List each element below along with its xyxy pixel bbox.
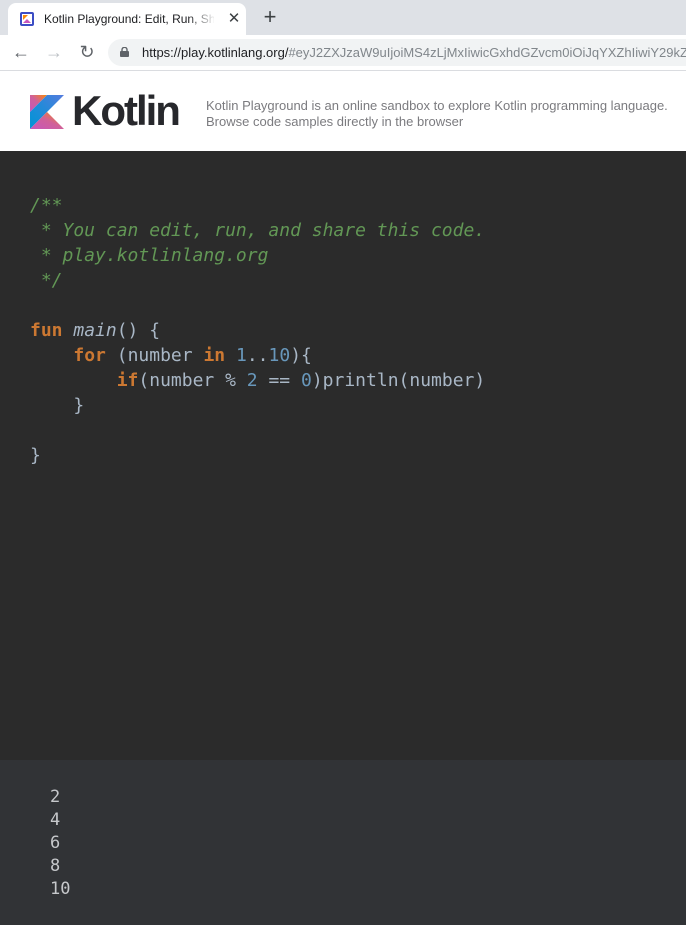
new-tab-plus-icon[interactable]: + — [257, 4, 283, 30]
mod-value: 2 — [246, 370, 258, 391]
browser-tab[interactable]: Kotlin Playground: Edit, Run, Share ✕ — [8, 3, 246, 35]
output-line: 10 — [50, 879, 71, 899]
code-comment-line: /** — [30, 195, 63, 216]
output-console: 2 4 6 8 10 — [0, 760, 686, 925]
code-comment-line: */ — [30, 270, 63, 291]
keyword-for: for — [73, 345, 106, 366]
close-icon[interactable]: ✕ — [225, 10, 243, 28]
back-arrow-icon[interactable]: ← — [9, 40, 33, 64]
output-line: 8 — [50, 856, 61, 876]
keyword-in: in — [203, 345, 226, 366]
browser-toolbar: ← → ↻ https://play.kotlinlang.org/#eyJ2Z… — [0, 35, 686, 71]
url-path: #eyJ2ZXJzaW9uIjoiMS4zLjMxIiwicGxhdGZvcm0… — [288, 45, 686, 60]
code-content[interactable]: /** * You can edit, run, and share this … — [30, 193, 485, 468]
forward-arrow-icon[interactable]: → — [42, 40, 66, 64]
kotlin-favicon-icon — [20, 12, 34, 26]
variable-name: number — [127, 345, 193, 366]
output-line: 6 — [50, 833, 61, 853]
variable-name: number — [149, 370, 215, 391]
url-host: https://play.kotlinlang.org/ — [142, 45, 289, 60]
variable-name: number — [409, 370, 475, 391]
tab-title-fade — [188, 9, 216, 29]
eq-value: 0 — [300, 370, 312, 391]
site-description: Kotlin Playground is an online sandbox t… — [206, 98, 668, 129]
kotlin-logo-icon[interactable] — [30, 95, 64, 129]
keyword-if: if — [116, 370, 139, 391]
output-lines: 2 4 6 8 10 — [50, 786, 70, 901]
site-header: Kotlin Kotlin Playground is an online sa… — [0, 71, 686, 151]
browser-tab-strip: Kotlin Playground: Edit, Run, Share ✕ + — [0, 0, 686, 35]
println-call: println — [322, 370, 399, 391]
lock-icon — [120, 47, 129, 57]
range-start: 1 — [235, 345, 247, 366]
keyword-fun: fun — [30, 320, 63, 341]
range-end: 10 — [268, 345, 291, 366]
reload-icon[interactable]: ↻ — [75, 40, 99, 64]
url-text: https://play.kotlinlang.org/#eyJ2ZXJzaW9… — [142, 45, 686, 61]
output-line: 4 — [50, 810, 61, 830]
address-bar[interactable]: https://play.kotlinlang.org/#eyJ2ZXJzaW9… — [108, 39, 686, 66]
function-name: main — [73, 320, 117, 341]
kotlin-wordmark[interactable]: Kotlin — [72, 88, 181, 134]
code-comment-line: * play.kotlinlang.org — [30, 245, 269, 266]
code-editor[interactable]: /** * You can edit, run, and share this … — [0, 151, 686, 760]
output-line: 2 — [50, 787, 61, 807]
code-comment-line: * You can edit, run, and share this code… — [30, 220, 486, 241]
